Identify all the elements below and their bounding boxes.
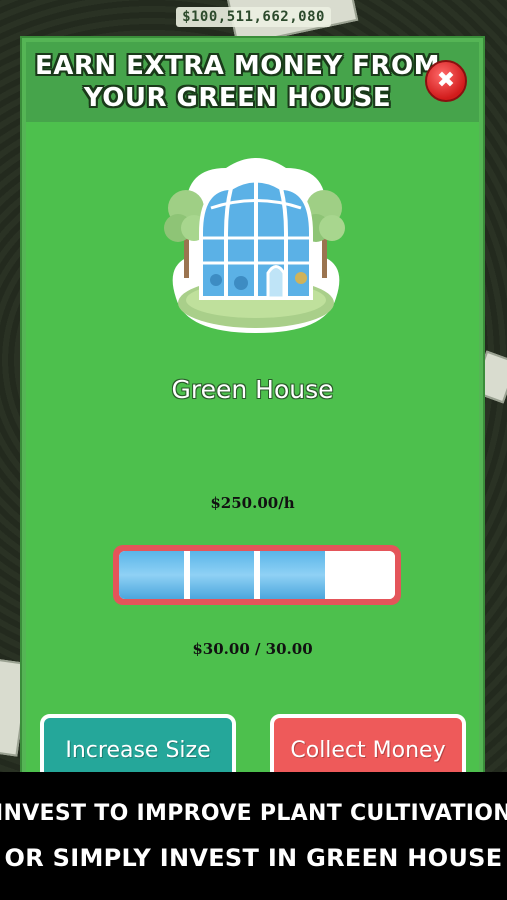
modal-title: EARN EXTRA MONEY FROM YOUR GREEN HOUSE	[35, 50, 440, 114]
income-rate: $250.00/h	[210, 494, 295, 512]
progress-bar	[113, 545, 401, 605]
collect-money-label: Collect Money	[290, 738, 446, 763]
building-name: Green House	[171, 375, 334, 404]
modal-header: EARN EXTRA MONEY FROM YOUR GREEN HOUSE ✖	[26, 42, 479, 122]
modal-title-line2: YOUR GREEN HOUSE	[83, 83, 392, 113]
progress-segment-filled	[260, 551, 325, 599]
greenhouse-icon	[164, 158, 345, 333]
increase-size-label: Increase Size	[65, 738, 211, 763]
promo-caption: INVEST TO IMPROVE PLANT CULTIVATION OR S…	[0, 772, 507, 900]
close-icon: ✖	[436, 68, 456, 93]
progress-segment-empty	[330, 551, 395, 599]
balance-display: $100,511,662,080	[176, 7, 331, 27]
progress-track	[119, 551, 395, 599]
progress-text: $30.00 / 30.00	[192, 640, 313, 658]
progress-segment-filled	[119, 551, 184, 599]
progress-segment-filled	[189, 551, 254, 599]
modal-title-line1: EARN EXTRA MONEY FROM	[34, 51, 441, 81]
caption-line-2: OR SIMPLY INVEST IN GREEN HOUSE	[4, 843, 503, 872]
greenhouse-modal: EARN EXTRA MONEY FROM YOUR GREEN HOUSE ✖	[22, 38, 483, 784]
caption-line-1: INVEST TO IMPROVE PLANT CULTIVATION	[0, 800, 507, 826]
top-bar: $100,511,662,080	[0, 0, 507, 38]
close-button[interactable]: ✖	[425, 60, 467, 102]
